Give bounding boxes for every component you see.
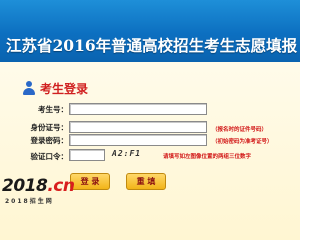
- site-logo: 2018.cn 2018招生网: [2, 176, 90, 206]
- id-number-input[interactable]: [69, 121, 207, 133]
- captcha-image: A2:F1: [112, 149, 142, 158]
- id-number-label: 身份证号：: [30, 123, 69, 132]
- password-label: 登录密码：: [30, 136, 69, 145]
- id-number-hint: （报名时的证件号码）: [212, 127, 268, 133]
- user-icon: [22, 81, 36, 95]
- captcha-hint: 请填写如左图像位置的两组三位数字: [163, 154, 252, 160]
- password-hint: （初始密码为准考证号）: [212, 139, 273, 145]
- login-heading: 考生登录: [22, 80, 88, 96]
- candidate-number-input[interactable]: [69, 103, 207, 115]
- captcha-input[interactable]: [69, 149, 105, 161]
- candidate-number-label: 考生号：: [38, 105, 68, 114]
- logo-subtitle: 2018招生网: [5, 198, 54, 205]
- logo-text: 2018.cn: [2, 176, 75, 196]
- password-input[interactable]: [69, 134, 207, 146]
- header-banner: 江苏省2016年普通高校招生考生志愿填报: [0, 0, 300, 62]
- login-title: 考生登录: [40, 81, 89, 96]
- page-title: 江苏省2016年普通高校招生考生志愿填报: [6, 36, 298, 55]
- captcha-label: 验证口令：: [30, 152, 69, 161]
- reset-button[interactable]: 重 填: [126, 173, 166, 190]
